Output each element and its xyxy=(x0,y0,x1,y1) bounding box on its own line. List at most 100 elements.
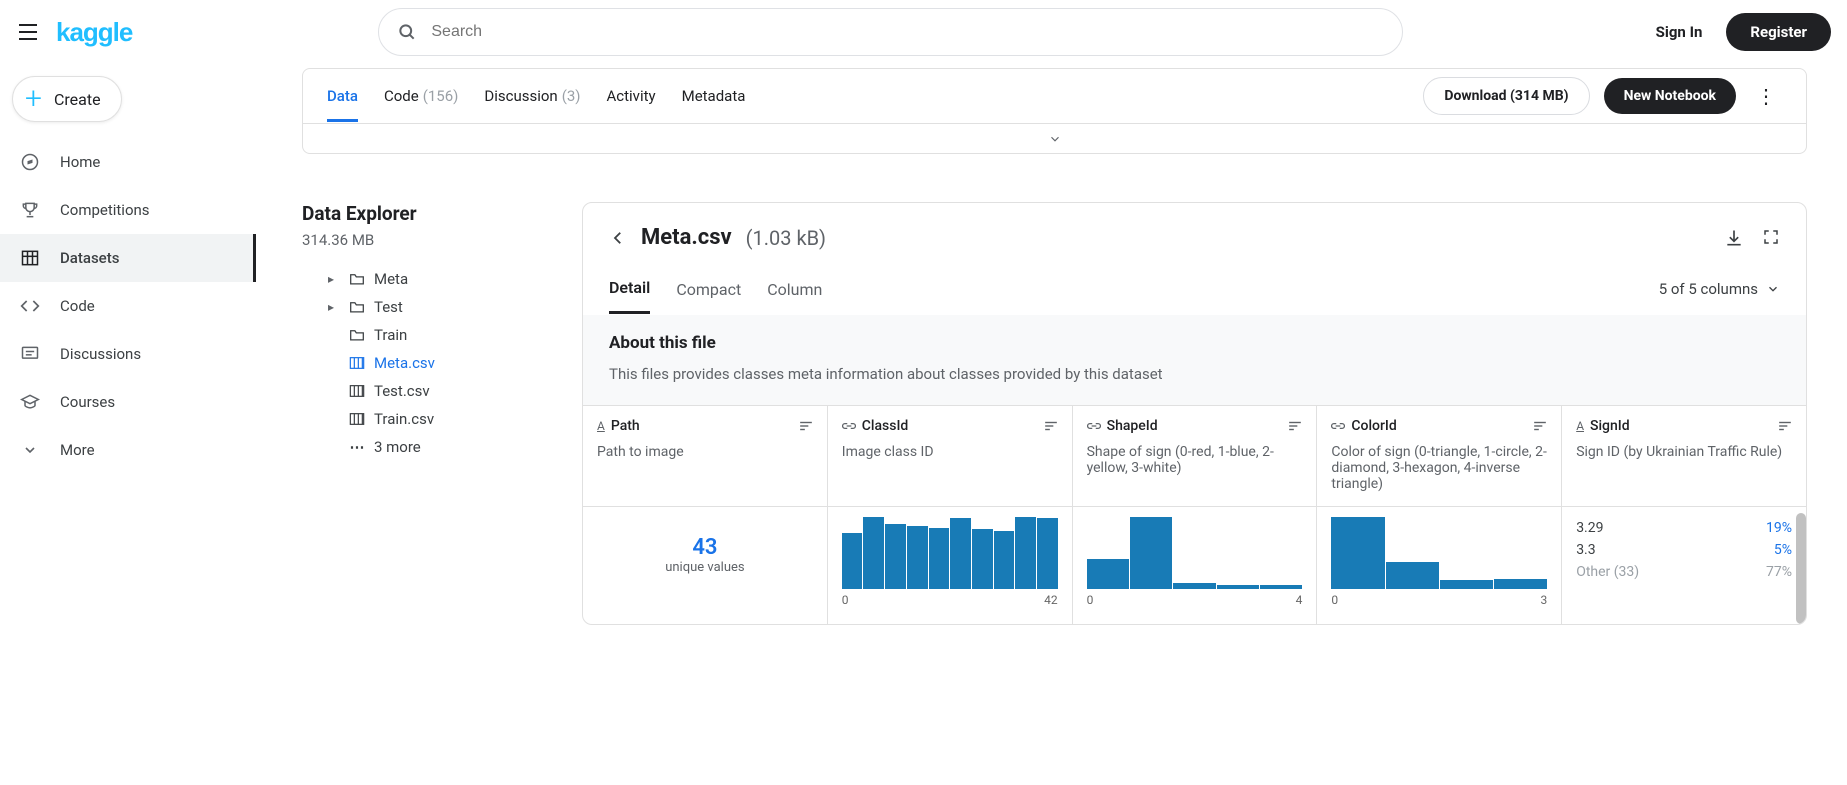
sort-icon[interactable] xyxy=(1044,420,1058,432)
graduation-icon xyxy=(18,390,42,414)
expand-header-toggle[interactable] xyxy=(302,124,1807,154)
column-name: ClassId xyxy=(862,418,909,434)
sidebar-item-label: Courses xyxy=(60,393,115,411)
tree-item-train[interactable]: Train xyxy=(302,321,542,349)
new-notebook-button[interactable]: New Notebook xyxy=(1604,78,1736,114)
sidebar-item-datasets[interactable]: Datasets xyxy=(0,234,256,282)
sign-in-link[interactable]: Sign In xyxy=(1656,23,1703,41)
data-explorer: Data Explorer 314.36 MB ▸Meta▸TestTrainM… xyxy=(302,202,542,461)
chevron-down-icon xyxy=(18,438,42,462)
register-button[interactable]: Register xyxy=(1726,13,1831,51)
about-desc: This files provides classes meta informa… xyxy=(609,365,1780,383)
view-tab-column[interactable]: Column xyxy=(767,280,822,313)
comment-icon xyxy=(18,342,42,366)
folder-icon xyxy=(348,272,366,286)
sidebar-item-label: Code xyxy=(60,297,95,315)
sort-icon[interactable] xyxy=(1288,420,1302,432)
column-type-icon: A xyxy=(597,419,605,433)
histogram xyxy=(842,517,1058,589)
columns-count[interactable]: 5 of 5 columns xyxy=(1659,280,1780,312)
sidebar-item-discussions[interactable]: Discussions xyxy=(0,330,256,378)
chevron-down-icon xyxy=(1766,282,1780,296)
tree-item-test-csv[interactable]: Test.csv xyxy=(302,377,542,405)
tree-item-meta-csv[interactable]: Meta.csv xyxy=(302,349,542,377)
tree-item-train-csv[interactable]: Train.csv xyxy=(302,405,542,433)
folder-icon xyxy=(348,328,366,342)
tree-item-label: Test.csv xyxy=(374,382,430,400)
menu-icon[interactable] xyxy=(16,20,40,44)
column-type-icon xyxy=(1331,421,1345,431)
search-input[interactable] xyxy=(431,23,1384,41)
create-button[interactable]: + Create xyxy=(12,76,122,122)
tree-item-label: Train xyxy=(374,326,407,344)
search-icon xyxy=(397,22,417,42)
unique-label: unique values xyxy=(597,560,813,575)
folder-icon xyxy=(348,300,366,314)
table-file-icon xyxy=(348,412,366,426)
sidebar-item-competitions[interactable]: Competitions xyxy=(0,186,256,234)
column-name: SignId xyxy=(1590,418,1630,434)
plus-icon: + xyxy=(25,87,42,111)
column-signid: A SignId Sign ID (by Ukrainian Traffic Rul… xyxy=(1562,406,1806,624)
tree-item-label: 3 more xyxy=(374,438,421,456)
more-menu-icon[interactable]: ⋮ xyxy=(1750,78,1782,114)
tab-discussion[interactable]: Discussion (3) xyxy=(484,87,580,105)
sort-icon[interactable] xyxy=(799,420,813,432)
tree-item-label: Meta.csv xyxy=(374,354,435,372)
create-label: Create xyxy=(54,90,101,109)
scrollbar[interactable] xyxy=(1796,513,1806,624)
main-content: Data Code (156) Discussion (3) Activity … xyxy=(256,68,1847,665)
file-size: (1.03 kB) xyxy=(746,226,826,250)
explorer-size: 314.36 MB xyxy=(302,231,542,249)
caret-icon: ▸ xyxy=(328,272,340,286)
trophy-icon xyxy=(18,198,42,222)
sidebar-item-courses[interactable]: Courses xyxy=(0,378,256,426)
sidebar-item-home[interactable]: Home xyxy=(0,138,256,186)
histogram xyxy=(1087,517,1303,589)
tab-metadata[interactable]: Metadata xyxy=(682,87,746,105)
search-box[interactable] xyxy=(378,8,1403,56)
value-row: 3.2919% xyxy=(1576,517,1792,539)
view-tab-detail[interactable]: Detail xyxy=(609,278,650,314)
tab-activity[interactable]: Activity xyxy=(606,87,655,105)
value-row: Other (33)77% xyxy=(1576,561,1792,583)
column-type-icon: A xyxy=(1576,419,1584,433)
sidebar: + Create Home Competitions Datasets Code… xyxy=(0,64,256,478)
kaggle-logo[interactable]: kaggle xyxy=(56,17,132,48)
file-name: Meta.csv xyxy=(641,225,732,250)
column-name: ShapeId xyxy=(1107,418,1158,434)
tree-item-label: Meta xyxy=(374,270,408,288)
sort-icon[interactable] xyxy=(1533,420,1547,432)
file-panel: Meta.csv (1.03 kB) Detail Compact Column… xyxy=(582,202,1807,625)
tree-more[interactable]: ⋯3 more xyxy=(302,433,542,461)
column-desc: Sign ID (by Ukrainian Traffic Rule) xyxy=(1562,444,1806,506)
sort-icon[interactable] xyxy=(1778,420,1792,432)
sidebar-item-label: Competitions xyxy=(60,201,150,219)
fullscreen-icon[interactable] xyxy=(1762,228,1780,248)
column-classid: ClassIdImage class ID042 xyxy=(828,406,1073,624)
about-title: About this file xyxy=(609,333,1780,353)
columns-grid: APathPath to image43unique valuesClassId… xyxy=(583,405,1806,624)
download-file-icon[interactable] xyxy=(1724,228,1744,248)
column-name: Path xyxy=(611,418,640,434)
tree-item-label: Train.csv xyxy=(374,410,434,428)
column-type-icon xyxy=(842,421,856,431)
dataset-tabs: Data Code (156) Discussion (3) Activity … xyxy=(302,68,1807,124)
tree-item-test[interactable]: ▸Test xyxy=(302,293,542,321)
table-file-icon xyxy=(348,384,366,398)
code-icon xyxy=(18,294,42,318)
download-button[interactable]: Download (314 MB) xyxy=(1423,77,1589,115)
histogram xyxy=(1331,517,1547,589)
tab-code[interactable]: Code (156) xyxy=(384,87,458,105)
tree-item-label: Test xyxy=(374,298,403,316)
back-icon[interactable] xyxy=(609,229,627,247)
sidebar-item-label: Datasets xyxy=(60,249,119,267)
view-tab-compact[interactable]: Compact xyxy=(676,280,741,313)
about-file: About this file This files provides clas… xyxy=(583,315,1806,405)
tree-item-meta[interactable]: ▸ Meta xyxy=(302,265,542,293)
sidebar-item-more[interactable]: More xyxy=(0,426,256,474)
sidebar-item-code[interactable]: Code xyxy=(0,282,256,330)
column-desc: Shape of sign (0-red, 1-blue, 2-yellow, … xyxy=(1073,444,1317,506)
tab-data[interactable]: Data xyxy=(327,87,358,105)
top-bar: kaggle Sign In Register xyxy=(0,0,1847,64)
